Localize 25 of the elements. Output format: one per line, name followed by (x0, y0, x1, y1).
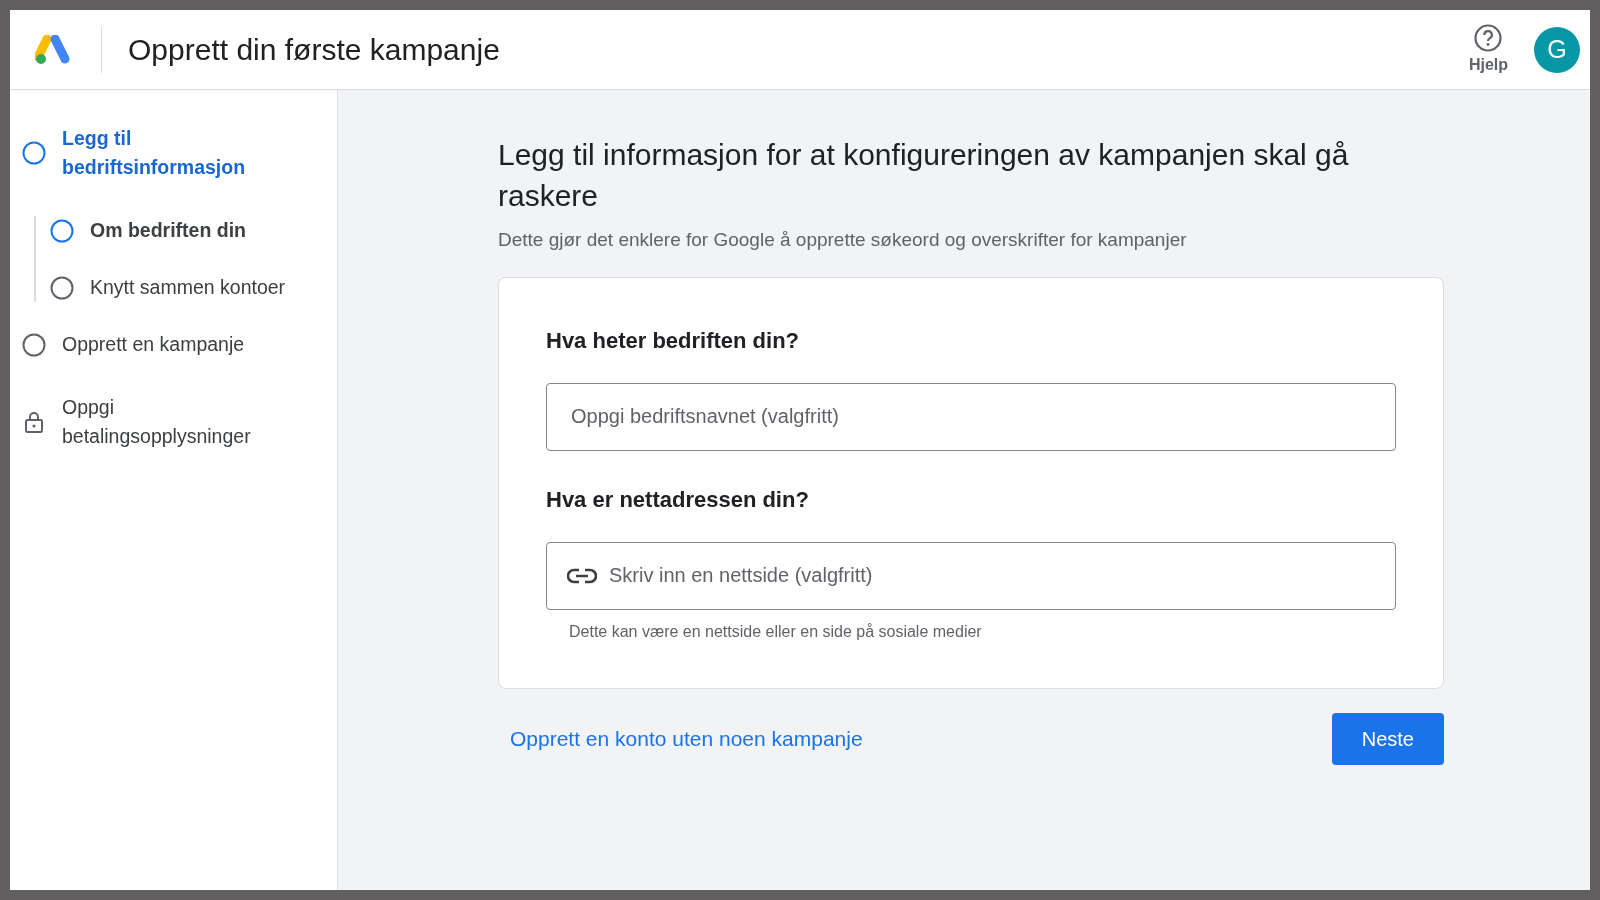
create-account-link[interactable]: Opprett en konto uten noen kampanje (510, 722, 863, 755)
page-title: Opprett din første kampanje (128, 31, 500, 68)
step-item[interactable]: Oppgi betalingsopplysninger (22, 393, 277, 451)
question-label: Hva er nettadressen din? (546, 485, 810, 514)
step-item[interactable]: Legg til bedriftsinformasjon (22, 124, 277, 182)
help-button[interactable]: Hjelp (1468, 22, 1508, 77)
lock-icon (22, 410, 46, 434)
step-item[interactable]: Opprett en kampanje (22, 330, 245, 359)
input-field[interactable]: Oppgi bedriftsnavnet (valgfritt) (546, 382, 1396, 451)
section-subtitle: Dette gjør det enklere for Google å opprette søkeord og overskrifter for kampanjer (498, 228, 1188, 252)
step-circle-icon (50, 218, 74, 243)
step-circle-icon (22, 332, 46, 357)
next-button[interactable]: Neste (1331, 712, 1444, 765)
link-icon (567, 567, 597, 584)
step-circle-icon (50, 275, 74, 300)
step-circle-icon (22, 141, 46, 165)
account-avatar[interactable]: G (1534, 26, 1580, 73)
input-field[interactable]: Skriv inn en nettside (valgfritt) (546, 541, 1396, 610)
section-heading: Legg til informasjon for at konfigureringen av kampanjen skal gå raskere (498, 137, 1350, 214)
step-item[interactable]: Knytt sammen kontoer (50, 273, 325, 302)
logo-icon (35, 34, 71, 65)
help-icon (1473, 22, 1504, 53)
helper-text: Dette kan være en nettside eller en side på sosiale medier (569, 621, 983, 642)
step-item[interactable]: Om bedriften din (50, 216, 325, 245)
question-label: Hva heter bedriften din? (546, 326, 801, 355)
